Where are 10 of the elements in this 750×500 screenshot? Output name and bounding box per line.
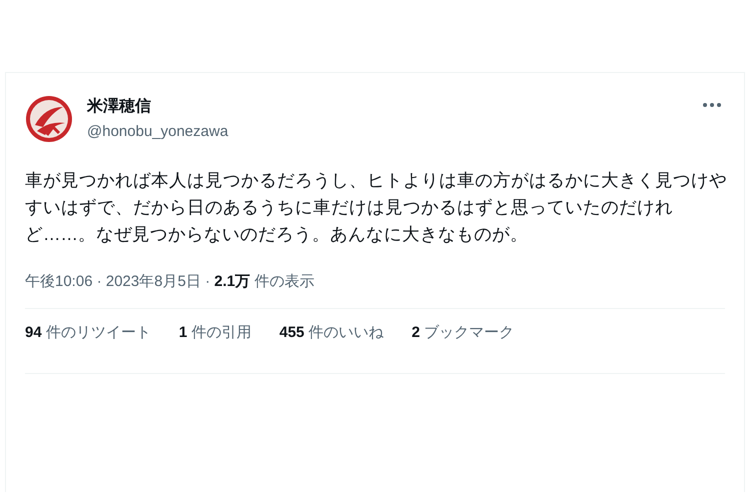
stat-link[interactable]: 455 件のいいね (279, 323, 384, 343)
avatar-icon[interactable] (25, 95, 73, 143)
stat-link[interactable]: 94 件のリツイート (25, 323, 151, 343)
author-name[interactable]: 米澤穂信 (87, 97, 689, 117)
author-handle[interactable]: @honobu_yonezawa (87, 122, 689, 142)
more-icon[interactable] (703, 103, 721, 107)
tweet-text: 車が見つかれば本人は見つかるだろうし、ヒトよりは車の方がはるかに大きく見つけやすいはずで、だから日のあるうちに車だけは見つかるはずと思っていたのだけれど……。なぜ見つからないのだろう。あんなに大きなものが。 (25, 169, 728, 246)
stat-link[interactable]: 2 ブックマーク (412, 323, 514, 343)
tweet-meta: 午後10:06 · 2023年8月5日 · 2.1万 件の表示 (25, 272, 314, 292)
stat-link[interactable]: 1 件の引用 (178, 323, 252, 343)
